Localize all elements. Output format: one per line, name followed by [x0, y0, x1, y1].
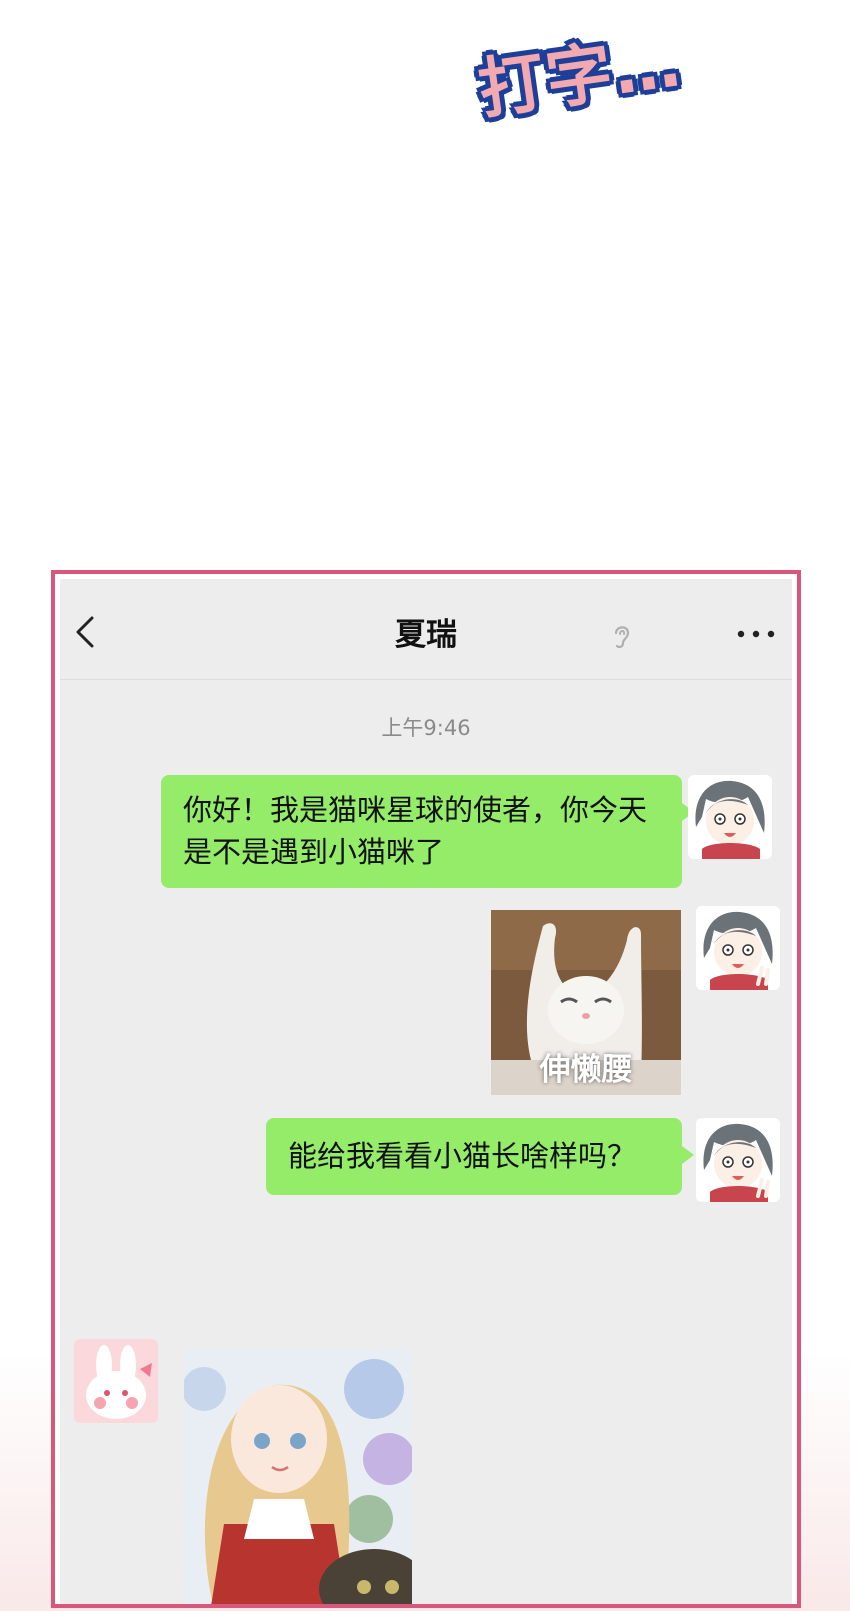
sender-avatar[interactable]: [696, 1118, 780, 1202]
chat-header: 夏瑞: [60, 579, 792, 680]
more-dots-icon[interactable]: [736, 629, 776, 639]
contact-name: 夏瑞: [395, 617, 457, 653]
contact-avatar[interactable]: [74, 1339, 158, 1423]
typing-caption: 打字…: [473, 24, 687, 129]
ear-icon: [614, 626, 630, 649]
chat-screenshot-frame: 夏瑞 上午9:46 你好！我是猫咪星球的使者，你今天是不是遇到小猫咪了 伸懒腰 …: [51, 570, 801, 1608]
sticker-image[interactable]: 伸懒腰: [491, 910, 681, 1095]
sticker-caption: 伸懒腰: [539, 1052, 633, 1088]
sender-avatar[interactable]: [688, 775, 772, 859]
sender-avatar[interactable]: [696, 906, 780, 990]
message-bubble[interactable]: 能给我看看小猫长啥样吗？: [266, 1118, 694, 1195]
message-timestamp: 上午9:46: [381, 716, 471, 740]
message-bubble[interactable]: 你好！我是猫咪星球的使者，你今天是不是遇到小猫咪了: [161, 775, 694, 888]
chat-window: 夏瑞 上午9:46 你好！我是猫咪星球的使者，你今天是不是遇到小猫咪了 伸懒腰 …: [60, 579, 792, 1604]
shared-photo[interactable]: [184, 1349, 412, 1604]
